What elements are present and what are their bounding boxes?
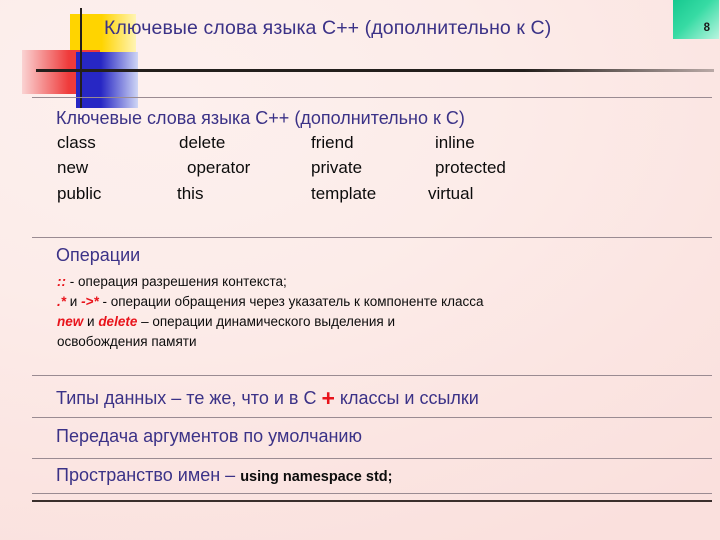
keyword-cell: delete [179, 133, 226, 152]
divider-after-defaults [32, 458, 712, 459]
operation-token: new [57, 314, 84, 329]
operation-token: ->* [81, 294, 99, 309]
operation-token: .* [57, 294, 67, 309]
keyword-cell: new [57, 158, 89, 177]
keyword-cell: virtual [428, 184, 474, 203]
divider-after-datatypes [32, 417, 712, 418]
operation-text: – операции динамического выделения и [137, 314, 396, 329]
keyword-cell: public [57, 184, 102, 203]
divider-after-keywords [32, 237, 712, 238]
operation-line: :: - операция разрешения контекста; [57, 274, 287, 289]
slide: Ключевые слова языка C++ (дополнительно … [0, 0, 720, 540]
operation-text: - операция разрешения контекста; [66, 274, 287, 289]
page-number-badge: 8 [673, 0, 719, 39]
keyword-cell: class [57, 133, 96, 152]
operation-conjunction: и [83, 314, 99, 329]
namespace-code: using namespace std; [240, 469, 393, 485]
divider-after-operations [32, 375, 712, 376]
keyword-cell: template [311, 184, 377, 203]
section-title-operations: Операции [56, 245, 141, 265]
slide-header-title: Ключевые слова языка C++ (дополнительно … [104, 17, 552, 39]
keyword-cell: private [311, 158, 363, 177]
keyword-cell: friend [311, 133, 354, 152]
logo-vertical-line [80, 8, 82, 108]
logo-blue-square [76, 52, 138, 108]
divider-top [32, 97, 712, 98]
operation-line: new и delete – операции динамического вы… [57, 314, 395, 329]
operation-token: delete [98, 314, 138, 329]
section-title-keywords: Ключевые слова языка C++ (дополнительно … [56, 108, 465, 128]
keyword-cell: operator [187, 158, 251, 177]
section-namespace: Пространство имен – using namespace std; [56, 465, 392, 486]
keyword-cell: this [177, 184, 204, 203]
section-default-arguments: Передача аргументов по умолчанию [56, 426, 362, 446]
divider-after-namespace [32, 493, 712, 494]
operation-text: освобождения памяти [57, 334, 197, 349]
keyword-cell: inline [435, 133, 475, 152]
page-number-label: 8 [703, 22, 710, 34]
operation-text: - операции обращения через указатель к к… [98, 294, 484, 309]
operation-line: .* и ->* - операции обращения через указ… [57, 294, 484, 309]
plus-icon: + [321, 385, 335, 411]
datatypes-text-before: Типы данных – те же, что и в C [56, 388, 322, 408]
operation-token: :: [57, 274, 66, 289]
datatypes-text-after: классы и ссылки [334, 388, 479, 408]
divider-bottom [32, 500, 712, 502]
header-underline [36, 69, 714, 72]
operation-line: освобождения памяти [57, 334, 196, 349]
keyword-cell: protected [435, 158, 506, 177]
operation-conjunction: и [66, 294, 82, 309]
section-datatypes: Типы данных – те же, что и в C + классы … [56, 385, 479, 412]
namespace-label: Пространство имен – [56, 465, 241, 485]
